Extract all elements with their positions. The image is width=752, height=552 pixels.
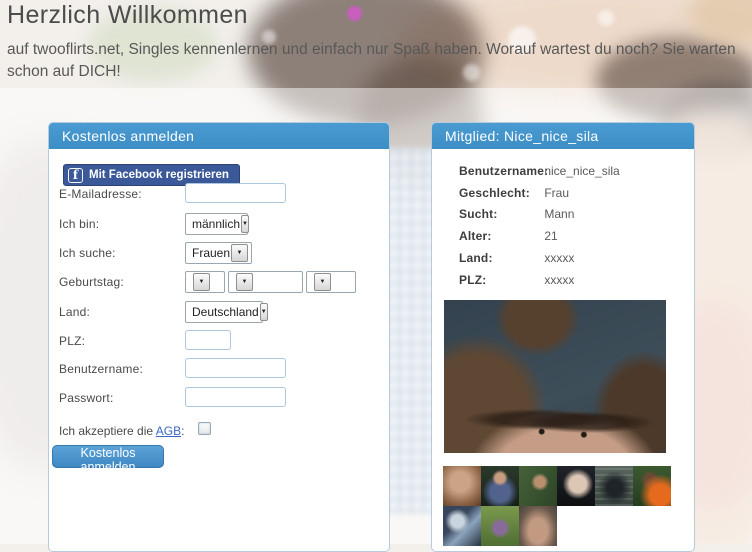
birthday-row: Geburtstag: ▼ ▼ ▼ (59, 271, 381, 295)
member-age-label: Alter: (459, 229, 541, 243)
chevron-down-icon: ▼ (260, 303, 268, 321)
country-row: Land: Deutschland ▼ (59, 301, 381, 325)
email-input[interactable] (185, 183, 286, 203)
member-photo-thumbnail[interactable] (519, 506, 557, 546)
member-photo-thumbnail[interactable] (481, 466, 519, 506)
terms-label: Ich akzeptiere die AGB: (59, 424, 184, 438)
member-photo[interactable] (444, 300, 666, 453)
agb-checkbox[interactable] (198, 422, 211, 435)
chevron-down-icon: ▼ (236, 273, 253, 291)
member-photo-thumbnail[interactable] (557, 466, 595, 506)
member-photo-thumbnail[interactable] (633, 466, 671, 506)
signup-panel-title: Kostenlos anmelden (49, 123, 389, 149)
zip-label: PLZ: (59, 334, 85, 348)
member-gender-label: Geschlecht: (459, 186, 541, 200)
birthday-year-select[interactable]: ▼ (306, 271, 356, 293)
member-photo-thumbnail[interactable] (519, 466, 557, 506)
member-photo-thumbnails (443, 466, 673, 546)
member-zip-label: PLZ: (459, 273, 541, 287)
member-photo-thumbnail[interactable] (481, 506, 519, 546)
member-row-zip: PLZ: xxxxx (459, 273, 686, 287)
member-gender-value: Frau (544, 186, 569, 200)
seeking-label: Ich suche: (59, 246, 116, 260)
seeking-row: Ich suche: Frauen ▼ (59, 242, 381, 266)
seeking-select[interactable]: Frauen ▼ (185, 242, 252, 264)
gender-row: Ich bin: männlich ▼ (59, 213, 381, 237)
gender-label: Ich bin: (59, 217, 99, 231)
member-seeking-label: Sucht: (459, 207, 541, 221)
country-select-value: Deutschland (192, 305, 259, 319)
country-select[interactable]: Deutschland ▼ (185, 301, 263, 323)
member-photo-thumbnail[interactable] (595, 466, 633, 506)
birthday-label: Geburtstag: (59, 275, 124, 289)
facebook-register-label: Mit Facebook registrieren (89, 169, 229, 181)
signup-panel: Kostenlos anmelden f Mit Facebook regist… (48, 122, 390, 552)
password-input[interactable] (185, 387, 286, 407)
username-row: Benutzername: (59, 358, 381, 382)
chevron-down-icon: ▼ (314, 273, 331, 291)
member-country-value: xxxxx (544, 251, 574, 265)
country-label: Land: (59, 305, 90, 319)
seeking-select-value: Frauen (192, 246, 230, 260)
page-title: Herzlich Willkommen (7, 1, 747, 30)
zip-input[interactable] (185, 330, 231, 350)
email-label: E-Mailadresse: (59, 187, 142, 201)
member-username-value: nice_nice_sila (544, 164, 619, 178)
chevron-down-icon: ▼ (241, 215, 249, 233)
facebook-icon: f (68, 168, 83, 183)
gender-select-value: männlich (192, 217, 240, 231)
member-panel: Mitglied: Nice_nice_sila Benutzername: n… (431, 122, 695, 552)
member-row-gender: Geschlecht: Frau (459, 186, 686, 200)
page: { "page": { "title": "Herzlich Willkomme… (0, 0, 752, 544)
page-subtitle: auf twooflirts.net, Singles kennenlernen… (7, 39, 747, 84)
member-details: Benutzername: nice_nice_sila Geschlecht:… (432, 149, 694, 551)
member-photo-thumbnail[interactable] (443, 466, 481, 506)
member-row-username: Benutzername: nice_nice_sila (459, 164, 686, 178)
chevron-down-icon: ▼ (193, 273, 210, 291)
email-row: E-Mailadresse: (59, 183, 381, 207)
gender-select[interactable]: männlich ▼ (185, 213, 248, 235)
submit-register-button[interactable]: Kostenlos anmelden (52, 445, 164, 468)
username-input[interactable] (185, 358, 286, 378)
member-row-country: Land: xxxxx (459, 251, 686, 265)
birthday-month-select[interactable]: ▼ (228, 271, 303, 293)
member-row-seeking: Sucht: Mann (459, 207, 686, 221)
member-panel-title: Mitglied: Nice_nice_sila (432, 123, 694, 149)
member-zip-value: xxxxx (544, 273, 574, 287)
member-age-value: 21 (544, 229, 557, 243)
chevron-down-icon: ▼ (231, 244, 248, 262)
username-label: Benutzername: (59, 362, 143, 376)
terms-row: Ich akzeptiere die AGB: (59, 420, 381, 444)
agb-link[interactable]: AGB (156, 424, 181, 438)
password-row: Passwort: (59, 387, 381, 411)
zip-row: PLZ: (59, 330, 381, 354)
birthday-day-select[interactable]: ▼ (185, 271, 225, 293)
member-username-label: Benutzername: (459, 164, 541, 178)
signup-form: f Mit Facebook registrieren E-Mailadress… (49, 149, 389, 551)
page-header: Herzlich Willkommen auf twooflirts.net, … (7, 1, 747, 84)
password-label: Passwort: (59, 391, 113, 405)
member-country-label: Land: (459, 251, 541, 265)
member-photo-thumbnail[interactable] (443, 506, 481, 546)
member-row-age: Alter: 21 (459, 229, 686, 243)
member-seeking-value: Mann (544, 207, 574, 221)
